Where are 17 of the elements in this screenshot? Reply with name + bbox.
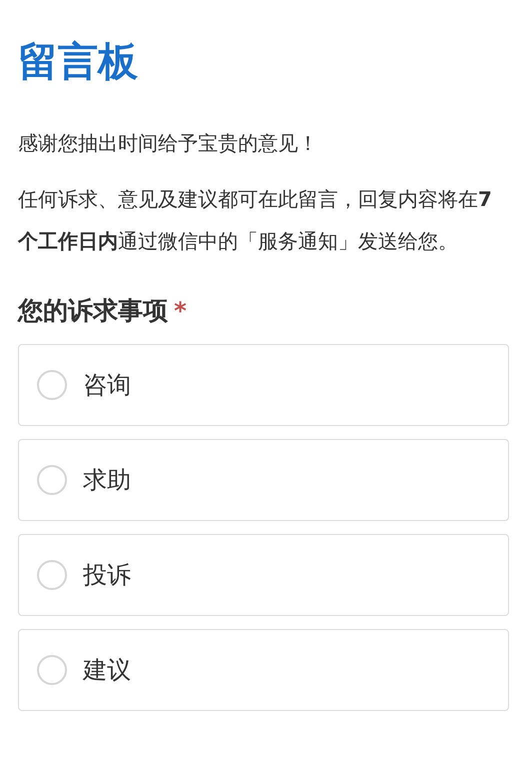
required-mark: *	[174, 296, 187, 327]
intro-text: 感谢您抽出时间给予宝贵的意见！	[18, 130, 319, 157]
option-card[interactable]: 建议	[18, 628, 509, 710]
option-card[interactable]: 投诉	[18, 534, 509, 616]
radio-button[interactable]	[37, 654, 67, 684]
option-label: 投诉	[83, 560, 131, 590]
radio-button[interactable]	[37, 464, 67, 494]
question-label: 您的诉求事项	[18, 295, 168, 327]
page-title: 留言板	[18, 38, 138, 87]
option-card[interactable]: 咨询	[18, 344, 509, 426]
option-label: 咨询	[83, 370, 131, 400]
option-label: 建议	[83, 654, 131, 686]
radio-button[interactable]	[37, 370, 67, 400]
option-label: 求助	[83, 464, 131, 496]
intro-text: 任何诉求、意见及建议都可在此留言，回复内容将在7 个工作日内通过微信中的「服务通知」发送给您。	[18, 186, 493, 255]
option-card[interactable]: 求助	[18, 438, 509, 520]
radio-button[interactable]	[37, 560, 67, 590]
